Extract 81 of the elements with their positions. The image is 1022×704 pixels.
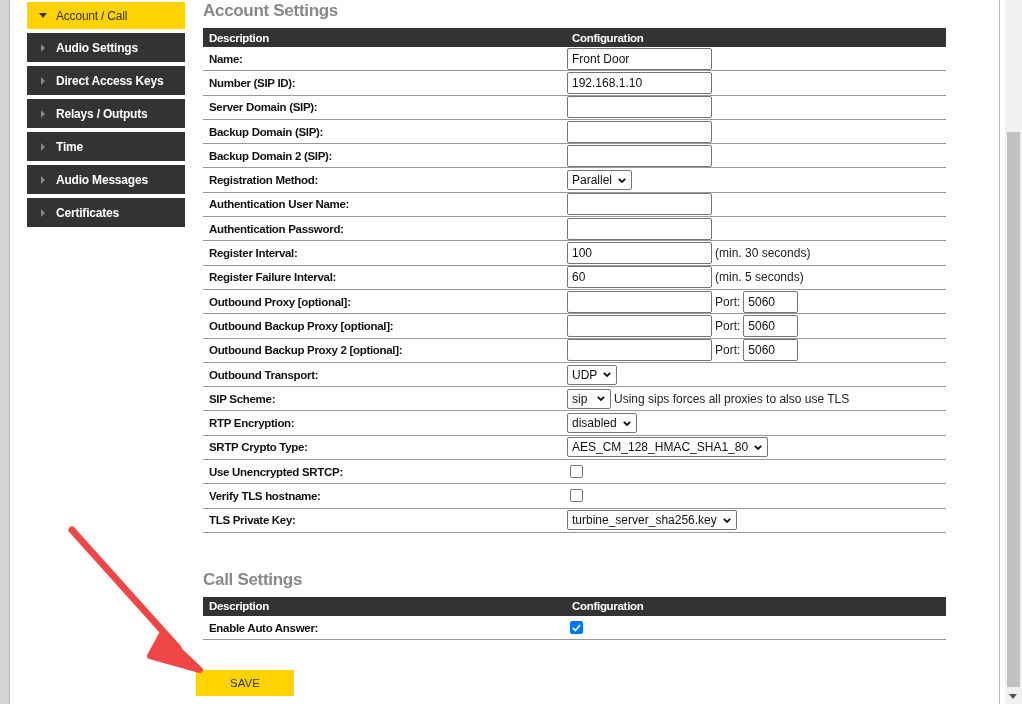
text-field[interactable]: 100 (567, 242, 712, 264)
text-field[interactable]: 60 (567, 266, 712, 289)
caret-right-icon (41, 142, 45, 151)
port-field[interactable]: 5060 (743, 339, 799, 362)
field-label: Use Unencrypted SRTCP: (208, 465, 344, 478)
caret-down-icon (39, 13, 47, 18)
text-field[interactable]: 192.168.1.10 (567, 71, 712, 94)
section-heading: Call Settings (203, 568, 304, 591)
field-label: SRTP Crypto Type: (208, 441, 309, 454)
sidebar-item[interactable]: Audio Settings (27, 33, 185, 62)
port-label: Port: (715, 294, 741, 309)
port-field[interactable]: 5060 (743, 314, 799, 337)
caret-right-icon (41, 43, 45, 52)
sidebar-item[interactable]: Direct Access Keys (27, 66, 185, 95)
text-field[interactable] (567, 339, 712, 362)
hint-text: (min. 30 seconds) (715, 246, 811, 260)
text-field[interactable]: Front Door (567, 47, 712, 70)
checkbox[interactable] (570, 489, 583, 503)
field-label: Enable Auto Answer: (208, 621, 320, 634)
text-field[interactable] (567, 193, 712, 216)
sidebar-item[interactable]: Relays / Outputs (27, 99, 185, 128)
field-label: SIP Scheme: (208, 392, 277, 405)
dropdown[interactable]: turbine_server_sha256.key (567, 510, 737, 531)
column-header: Configuration (571, 31, 645, 44)
sidebar-item[interactable]: Time (27, 132, 185, 161)
field-label: Verify TLS hostname: (208, 490, 322, 502)
sidebar-item[interactable]: Certificates (27, 198, 185, 227)
hint-text: Using sips forces all proxies to also use TLS (614, 391, 850, 406)
field-label: TLS Private Key: (208, 514, 297, 527)
field-label: Outbound Backup Proxy 2 [optional]: (208, 344, 404, 357)
caret-right-icon (41, 76, 45, 85)
port-field[interactable]: 5060 (743, 290, 799, 313)
column-header: Configuration (571, 600, 645, 613)
text-field[interactable] (567, 96, 712, 119)
caret-right-icon (41, 109, 45, 118)
dropdown[interactable]: UDP (567, 364, 618, 385)
field-label: Name: (208, 52, 244, 65)
checkbox[interactable] (570, 621, 583, 635)
checkbox[interactable] (570, 465, 583, 479)
port-label: Port: (715, 343, 741, 358)
field-label: Outbound Backup Proxy [optional]: (208, 319, 395, 332)
field-label: Backup Domain (SIP): (208, 125, 325, 138)
chevron-down-icon (603, 372, 612, 377)
field-label: Outbound Proxy [optional]: (208, 295, 352, 308)
sidebar-item[interactable]: Account / Call (27, 2, 185, 29)
caret-right-icon (41, 175, 45, 184)
chevron-down-icon (722, 517, 731, 523)
text-field[interactable] (567, 314, 712, 337)
field-label: Authentication User Name: (208, 198, 351, 211)
field-label: Registration Method: (208, 174, 319, 187)
dropdown[interactable]: disabled (567, 413, 637, 434)
text-field[interactable] (567, 290, 712, 313)
save-button[interactable]: SAVE (196, 670, 294, 697)
port-label: Port: (715, 318, 741, 333)
field-label: Register Interval: (208, 247, 299, 259)
scrollbar-thumb[interactable] (1007, 132, 1020, 687)
sidebar-item[interactable]: Audio Messages (27, 165, 185, 194)
dropdown[interactable]: AES_CM_128_HMAC_SHA1_80 (567, 437, 769, 458)
field-label: Number (SIP ID): (208, 76, 297, 89)
dropdown[interactable]: sip (567, 388, 611, 409)
column-header: Description (208, 31, 270, 44)
text-field[interactable] (567, 144, 712, 167)
chevron-down-icon (754, 444, 763, 450)
hint-text: (min. 5 seconds) (715, 270, 804, 285)
chevron-down-icon (597, 396, 605, 402)
scroll-down-icon[interactable] (1009, 694, 1017, 699)
column-header: Description (208, 600, 270, 613)
text-field[interactable] (567, 120, 712, 143)
text-field[interactable] (567, 217, 712, 240)
section-heading: Account Settings (203, 0, 339, 22)
field-label: Outbound Transport: (208, 368, 320, 381)
caret-right-icon (41, 208, 45, 217)
chevron-down-icon (618, 177, 627, 183)
field-label: Server Domain (SIP): (208, 101, 319, 114)
dropdown[interactable]: Parallel (567, 170, 633, 191)
field-label: Register Failure Interval: (208, 271, 338, 284)
field-label: Authentication Password: (208, 222, 345, 235)
field-label: Backup Domain 2 (SIP): (208, 149, 334, 162)
field-label: RTP Encryption: (208, 417, 296, 430)
chevron-down-icon (622, 420, 631, 426)
scrollbar[interactable] (1005, 0, 1022, 704)
